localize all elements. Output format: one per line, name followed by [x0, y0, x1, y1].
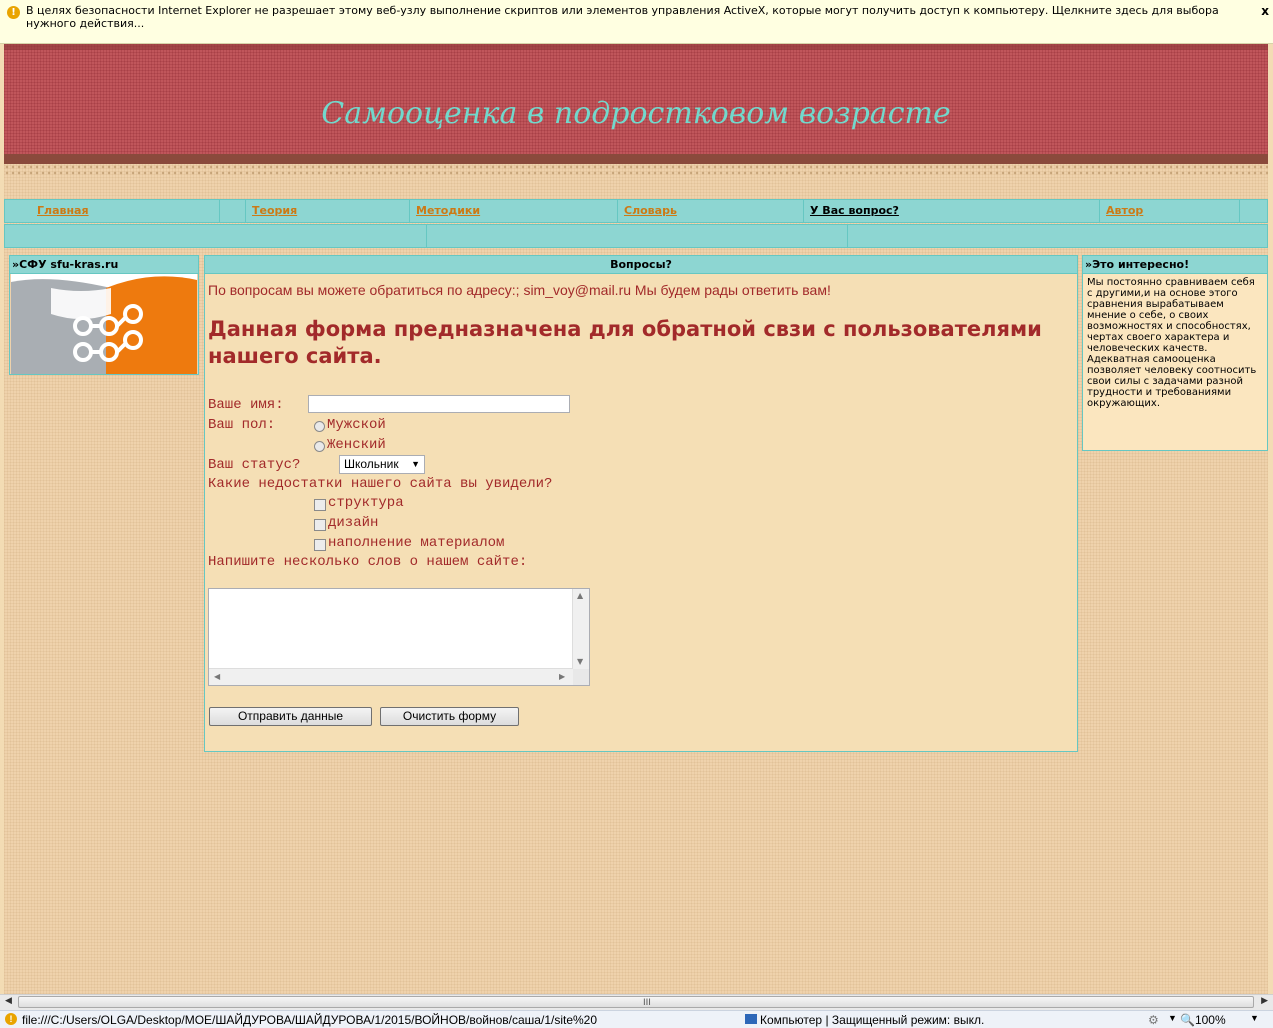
comment-textarea[interactable]: ▲ ▼ ◀ ▶: [208, 588, 590, 686]
scrollbar-grip: III: [643, 998, 651, 1008]
ie-security-infobar[interactable]: ! В целях безопасности Internet Explorer…: [0, 0, 1273, 44]
nav-item-methods[interactable]: Методики: [409, 200, 617, 222]
nav-item-question[interactable]: У Вас вопрос?: [803, 200, 1099, 222]
shield-warning-icon: !: [7, 6, 20, 19]
gender-male-label: Мужской: [327, 417, 386, 433]
sub-nav: [4, 224, 1268, 248]
scroll-left-icon[interactable]: ◀: [214, 672, 220, 681]
right-panel: »Это интересно! Мы постоянно сравниваем …: [1082, 255, 1268, 451]
site-title: Самооценка в подростковом возрасте: [321, 96, 951, 131]
right-panel-text: Мы постоянно сравниваем себя с другими,и…: [1087, 277, 1257, 409]
computer-zone-icon: [745, 1014, 757, 1024]
left-panel: »СФУ sfu-kras.ru: [9, 255, 199, 375]
status-url: file:///C:/Users/OLGA/Desktop/МОЕ/ШАЙДУР…: [22, 1013, 598, 1027]
flaws-label: Какие недостатки нашего сайта вы увидели…: [208, 476, 553, 492]
scroll-left-icon[interactable]: ◀: [5, 996, 12, 1006]
nav-item-theory[interactable]: Теория: [245, 200, 409, 222]
textarea-vertical-scrollbar[interactable]: ▲ ▼: [572, 589, 589, 669]
gender-female-label: Женский: [327, 437, 386, 453]
textarea-horizontal-scrollbar[interactable]: ◀ ▶: [209, 668, 573, 685]
zoom-dropdown-icon[interactable]: ▼: [1250, 1013, 1259, 1023]
status-select-value: Школьник: [344, 457, 399, 471]
chevron-down-icon[interactable]: ▼: [1168, 1013, 1177, 1023]
status-bar: ! file:///C:/Users/OLGA/Desktop/МОЕ/ШАЙД…: [0, 1010, 1273, 1028]
page-content: Самооценка в подростковом возрасте Главн…: [4, 44, 1268, 994]
flaw-content-label: наполнение материалом: [328, 535, 505, 551]
questions-panel: Вопросы? По вопросам вы можете обратитьс…: [204, 255, 1078, 752]
main-nav: Главная Теория Методики Словарь У Вас во…: [4, 199, 1268, 223]
name-label: Ваше имя:: [208, 397, 284, 413]
scroll-right-icon[interactable]: ▶: [1261, 996, 1268, 1006]
protected-mode-icon[interactable]: ⚙: [1148, 1013, 1159, 1027]
gender-male-radio[interactable]: [314, 421, 325, 432]
flaw-design-label: дизайн: [328, 515, 379, 531]
form-heading: Данная форма предназначена для обратной …: [208, 317, 1042, 368]
questions-panel-title: Вопросы?: [205, 256, 1077, 274]
scroll-up-icon[interactable]: ▲: [577, 591, 583, 600]
reset-button[interactable]: Очистить форму: [380, 707, 519, 726]
page-horizontal-scrollbar[interactable]: ◀ III ▶: [0, 994, 1273, 1010]
nav-item-dictionary[interactable]: Словарь: [617, 200, 803, 222]
header-divider: [4, 164, 1268, 176]
infobar-close-button[interactable]: x: [1261, 5, 1269, 18]
nav-item-author[interactable]: Автор: [1099, 200, 1239, 222]
scroll-right-icon[interactable]: ▶: [559, 672, 565, 681]
flaw-design-checkbox[interactable]: [314, 519, 326, 531]
security-warning-icon[interactable]: !: [5, 1013, 17, 1025]
left-panel-title: »СФУ sfu-kras.ru: [10, 256, 198, 274]
security-zone[interactable]: Компьютер | Защищенный режим: выкл.: [760, 1013, 984, 1027]
flaw-content-checkbox[interactable]: [314, 539, 326, 551]
flaw-structure-checkbox[interactable]: [314, 499, 326, 511]
sfu-logo[interactable]: [11, 274, 197, 374]
submit-button[interactable]: Отправить данные: [209, 707, 372, 726]
infobar-message: В целях безопасности Internet Explorer н…: [26, 4, 1219, 30]
site-header: Самооценка в подростковом возрасте: [4, 44, 1268, 164]
contact-text: По вопросам вы можете обратиться по адре…: [208, 282, 831, 298]
comment-label: Напишите несколько слов о нашем сайте:: [208, 554, 528, 570]
status-label: Ваш статус?: [208, 457, 301, 473]
name-input[interactable]: [308, 395, 570, 413]
gender-label: Ваш пол:: [208, 417, 276, 433]
nav-item-home[interactable]: Главная: [31, 200, 219, 222]
zoom-value: 100%: [1194, 1013, 1226, 1027]
zoom-level[interactable]: 🔍100%: [1180, 1013, 1226, 1027]
scrollbar-thumb[interactable]: III: [18, 996, 1254, 1008]
right-panel-title: »Это интересно!: [1083, 256, 1267, 274]
chevron-down-icon: ▼: [411, 459, 420, 469]
gender-female-radio[interactable]: [314, 441, 325, 452]
status-select[interactable]: Школьник ▼: [339, 455, 425, 474]
flaw-structure-label: структура: [328, 495, 404, 511]
scroll-down-icon[interactable]: ▼: [577, 657, 583, 666]
